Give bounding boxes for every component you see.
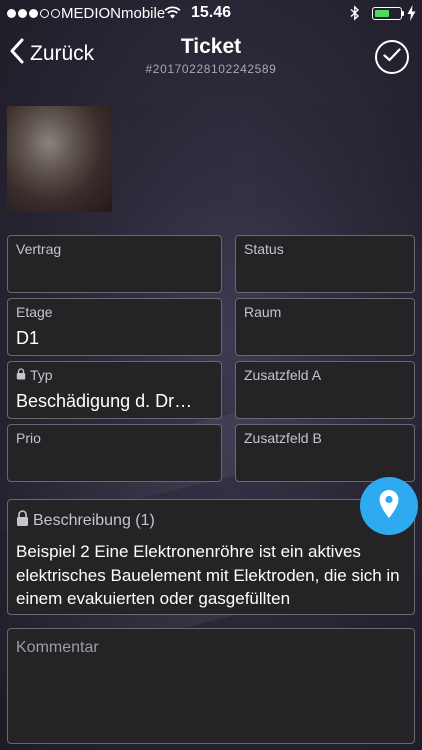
status-field[interactable]: Status [235, 235, 415, 293]
raum-field[interactable]: Raum [235, 298, 415, 356]
etage-field[interactable]: Etage D1 [7, 298, 222, 356]
photo-thumbnail-3[interactable] [255, 106, 360, 212]
vertrag-field[interactable]: Vertrag [7, 235, 222, 293]
page-title: Ticket [180, 35, 242, 58]
prio-label: Prio [16, 430, 41, 446]
location-pin-icon [378, 489, 400, 524]
photo-thumbnail-1[interactable] [7, 106, 112, 212]
photo-strip[interactable] [7, 106, 416, 212]
typ-label-row: Typ [16, 367, 53, 383]
typ-label: Typ [30, 367, 53, 383]
vertrag-label: Vertrag [16, 241, 62, 257]
prio-field[interactable]: Prio [7, 424, 222, 482]
kommentar-placeholder: Kommentar [16, 639, 99, 656]
photo-thumbnail-4[interactable] [379, 106, 416, 212]
beschreibung-label: Beschreibung (1) [33, 512, 155, 529]
raum-label: Raum [244, 304, 282, 320]
location-button[interactable] [360, 477, 418, 535]
status-label: Status [244, 241, 284, 257]
battery-icon [372, 7, 402, 20]
photo-thumbnail-2[interactable] [131, 106, 236, 212]
zusatzfeld-b-field[interactable]: Zusatzfeld B [235, 424, 415, 482]
status-bar: MEDIONmobile 15.46 [0, 0, 422, 28]
beschreibung-label-row: Beschreibung (1) [16, 510, 155, 532]
lock-icon [16, 510, 29, 532]
etage-value: D1 [16, 328, 40, 348]
kommentar-field[interactable]: Kommentar [7, 628, 415, 744]
navigation-bar: Zurück Ticket #20170228102242589 [0, 28, 422, 84]
ticket-number: #20170228102242589 [145, 62, 277, 76]
beschreibung-field[interactable]: Beschreibung (1) Beispiel 2 Eine Elektro… [7, 499, 415, 615]
checkmark-icon [383, 47, 401, 67]
lock-icon [16, 367, 26, 383]
zusatzfeld-a-field[interactable]: Zusatzfeld A [235, 361, 415, 419]
typ-value: Beschädigung d. Dr… [16, 391, 193, 411]
charging-icon [407, 5, 416, 25]
battery-level [375, 10, 389, 17]
typ-field[interactable]: Typ Beschädigung d. Dr… [7, 361, 222, 419]
zusatzfeld-a-label: Zusatzfeld A [244, 367, 322, 383]
battery-nub [402, 11, 404, 16]
beschreibung-text: Beispiel 2 Eine Elektronenröhre ist ein … [16, 542, 400, 608]
confirm-button[interactable] [375, 40, 409, 74]
bluetooth-icon [350, 5, 360, 25]
etage-label: Etage [16, 304, 53, 320]
zusatzfeld-b-label: Zusatzfeld B [244, 430, 322, 446]
